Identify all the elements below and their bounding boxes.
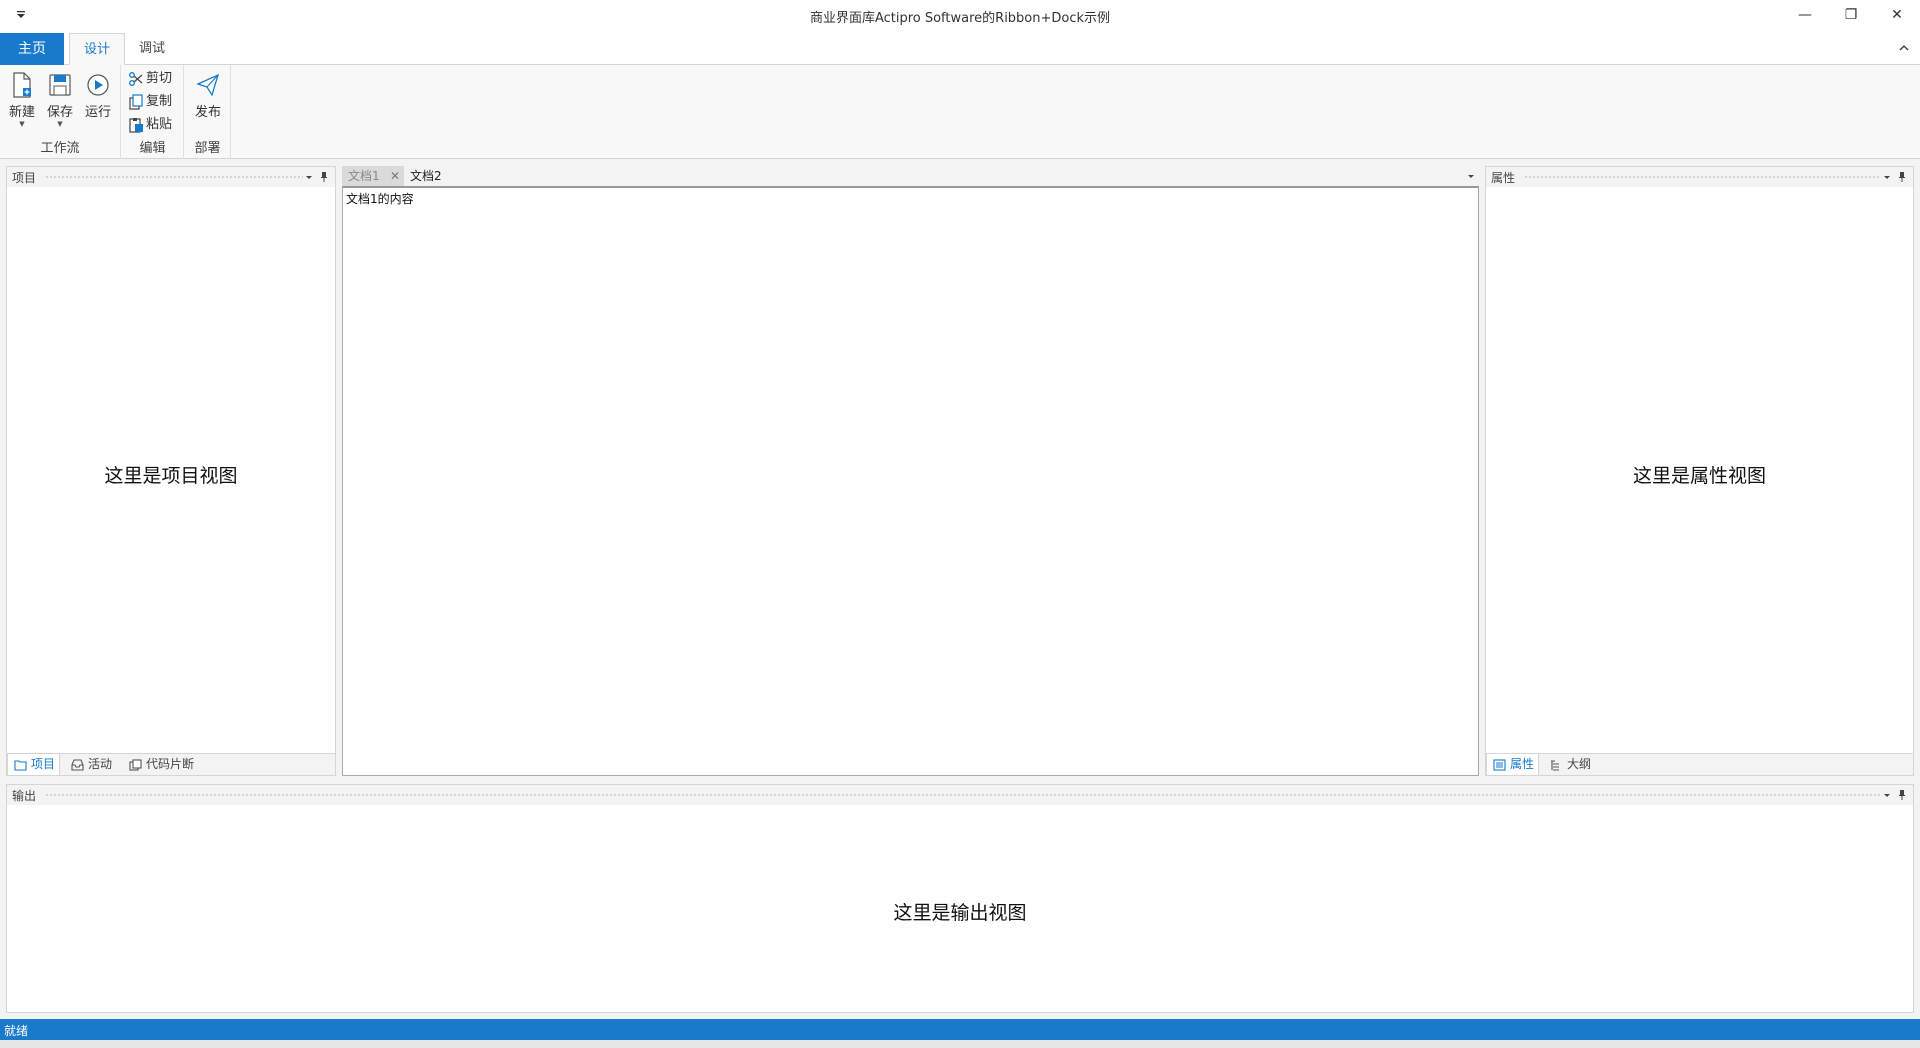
tab-properties[interactable]: 属性	[1486, 754, 1540, 776]
run-button[interactable]: 运行	[80, 69, 116, 133]
paste-label: 粘贴	[146, 117, 173, 132]
tab-activity[interactable]: 活动	[65, 754, 116, 776]
close-button[interactable]: ✕	[1874, 0, 1920, 30]
output-panel: 输出 这里是输出视图	[6, 784, 1914, 1013]
doc-tab-1[interactable]: 文档1 ✕	[342, 166, 404, 186]
tab-outline[interactable]: 大纲	[1544, 754, 1595, 776]
copy-label: 复制	[146, 94, 173, 109]
new-button[interactable]: 新建 ▼	[4, 69, 40, 133]
bottom-strip	[0, 1040, 1920, 1048]
paste-button[interactable]: 粘贴	[128, 114, 172, 136]
tab-project[interactable]: 项目	[7, 754, 61, 776]
properties-panel-title: 属性	[1491, 171, 1516, 185]
panel-menu-dropdown-icon[interactable]	[1881, 171, 1893, 183]
properties-panel: 属性 这里是属性视图 属性 大纲	[1485, 166, 1914, 776]
folder-icon	[14, 759, 27, 771]
tab-debug[interactable]: 调试	[125, 33, 179, 66]
document-content[interactable]: 文档1的内容	[342, 186, 1479, 776]
document-text: 文档1的内容	[346, 192, 414, 206]
drag-grip[interactable]	[45, 175, 303, 179]
output-panel-title: 输出	[12, 789, 37, 803]
group-label-edit: 编辑	[139, 141, 166, 156]
copy-button[interactable]: 复制	[128, 91, 172, 113]
panel-menu-dropdown-icon[interactable]	[303, 171, 315, 183]
status-bar: 就绪	[0, 1019, 1920, 1040]
close-icon[interactable]: ✕	[390, 166, 400, 186]
save-icon	[49, 74, 71, 96]
project-panel-title: 项目	[12, 171, 37, 185]
project-view-text: 这里是项目视图	[104, 465, 238, 487]
project-panel-tabs: 项目 活动 代码片断	[7, 753, 335, 776]
properties-panel-header[interactable]: 属性	[1486, 167, 1913, 187]
collapse-ribbon-icon[interactable]	[1896, 40, 1912, 56]
properties-view-text: 这里是属性视图	[1632, 465, 1766, 487]
doc-tab-2-label: 文档2	[410, 169, 442, 183]
new-document-icon	[13, 72, 31, 98]
ribbon-panel: 新建 ▼ 保存 ▼ 运行 工作流 剪切 复制 粘贴 编辑 发布 部署	[0, 65, 1920, 159]
copy-icon	[129, 93, 143, 110]
chevron-down-icon: ▼	[57, 120, 63, 128]
paste-icon	[129, 117, 143, 133]
pin-icon[interactable]	[1896, 789, 1908, 801]
pin-icon[interactable]	[318, 171, 330, 183]
save-label: 保存	[46, 105, 73, 120]
window-title: 商业界面库Actipro Software的Ribbon+Dock示例	[809, 11, 1111, 26]
ribbon-tab-row: 主页 设计 调试	[0, 30, 1920, 66]
output-view-text: 这里是输出视图	[893, 902, 1027, 924]
save-button[interactable]: 保存 ▼	[42, 69, 78, 133]
play-icon	[87, 74, 109, 96]
group-workflow: 新建 ▼ 保存 ▼ 运行 工作流	[0, 65, 121, 159]
group-deploy: 发布 部署	[185, 65, 231, 159]
run-label: 运行	[84, 105, 111, 120]
document-area: 文档1 ✕ 文档2 文档1的内容	[342, 166, 1479, 776]
cut-button[interactable]: 剪切	[128, 68, 172, 90]
group-label-deploy: 部署	[194, 141, 221, 156]
pin-icon[interactable]	[1896, 171, 1908, 183]
outline-tree-icon	[1551, 759, 1559, 771]
output-panel-header[interactable]: 输出	[7, 785, 1913, 805]
tab-snippets[interactable]: 代码片断	[123, 754, 198, 776]
panel-menu-dropdown-icon[interactable]	[1881, 789, 1893, 801]
doc-tab-1-label: 文档1	[348, 169, 380, 183]
title-bar: 商业界面库Actipro Software的Ribbon+Dock示例 — ❐ …	[0, 0, 1920, 30]
send-icon	[196, 73, 220, 97]
minimize-button[interactable]: —	[1782, 0, 1828, 30]
app-menu-tab[interactable]: 主页	[0, 33, 64, 65]
drag-grip[interactable]	[45, 793, 1881, 797]
chevron-down-icon: ▼	[19, 120, 25, 128]
cut-label: 剪切	[146, 71, 173, 86]
scissors-icon	[129, 71, 143, 86]
document-list-dropdown-icon[interactable]	[1465, 170, 1477, 182]
snippet-icon	[129, 758, 142, 771]
status-text: 就绪	[4, 1024, 29, 1038]
properties-list-icon	[1493, 758, 1506, 771]
publish-label: 发布	[194, 105, 221, 120]
properties-panel-tabs: 属性 大纲	[1486, 753, 1913, 776]
group-edit: 剪切 复制 粘贴 编辑	[122, 65, 184, 159]
inbox-icon	[71, 758, 84, 771]
project-panel: 项目 这里是项目视图 项目 活动 代码片断	[6, 166, 336, 776]
group-label-workflow: 工作流	[40, 141, 80, 156]
project-panel-header[interactable]: 项目	[7, 167, 335, 187]
drag-grip[interactable]	[1524, 175, 1881, 179]
new-label: 新建	[8, 105, 35, 120]
doc-tab-2[interactable]: 文档2	[404, 166, 448, 186]
restore-button[interactable]: ❐	[1828, 0, 1874, 30]
tab-design[interactable]: 设计	[69, 33, 126, 66]
publish-button[interactable]: 发布	[190, 69, 226, 133]
